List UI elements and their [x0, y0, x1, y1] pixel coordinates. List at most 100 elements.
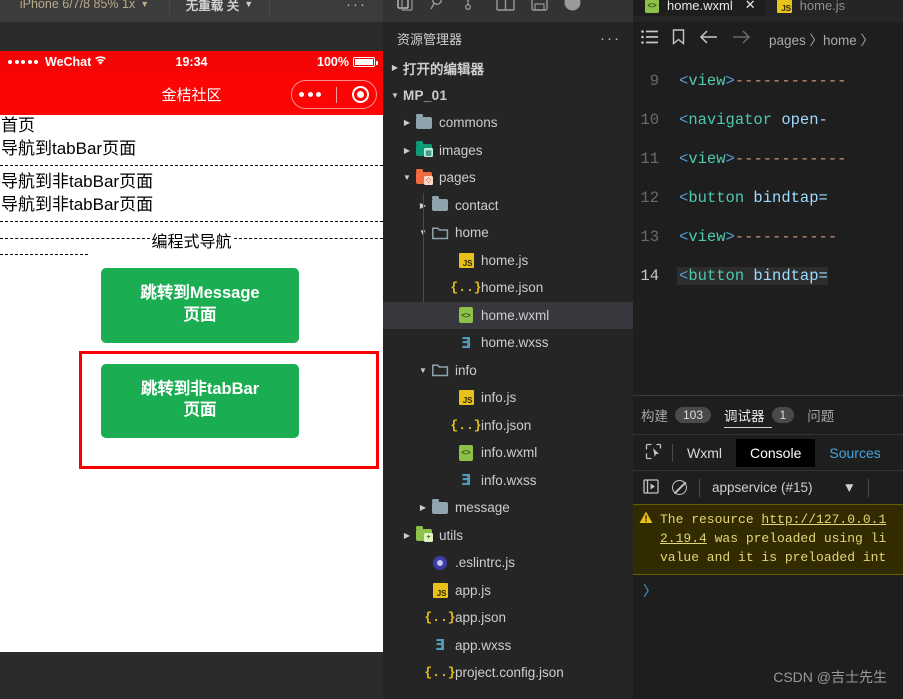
device-selector[interactable]: iPhone 6/7/8 85% 1x ▼: [0, 0, 170, 15]
tree-node-打开的编辑器[interactable]: ▶ 打开的编辑器: [383, 54, 633, 82]
chevron-down-icon[interactable]: ▼: [399, 173, 415, 182]
tree-file-app-js[interactable]: ▶JSapp.js: [383, 577, 633, 605]
bookmark-icon[interactable]: [672, 28, 685, 49]
tree-folder-message[interactable]: ▶ message: [383, 494, 633, 522]
tree-item-label: home.wxss: [481, 335, 549, 351]
breadcrumb-path[interactable]: pages 〉home 〉: [769, 29, 874, 49]
code-line[interactable]: 14 <button bindtap=: [633, 256, 903, 295]
line-number: 9: [649, 71, 659, 90]
editor-tab-home-wxml[interactable]: <> home.wxml ✕: [633, 0, 766, 16]
list-icon[interactable]: [641, 29, 658, 48]
tree-file--eslintrc-js[interactable]: ▶.eslintrc.js: [383, 549, 633, 577]
close-icon[interactable]: ✕: [745, 0, 756, 13]
tree-file-app-wxss[interactable]: ▶Ǝapp.wxss: [383, 632, 633, 660]
folder-icon: [431, 498, 449, 517]
panel-tab-label: 问题: [807, 409, 835, 424]
json-file-icon: {..}: [424, 665, 456, 681]
chevron-down-icon[interactable]: ▼: [415, 366, 431, 375]
clear-console-icon[interactable]: [672, 480, 687, 495]
folder-pages-icon: ◇: [415, 168, 433, 187]
explorer-icon[interactable]: [397, 0, 414, 16]
warning-text: The resource http://127.0.0.1 2.19.4 was …: [660, 511, 886, 568]
wxss-file-icon: Ǝ: [434, 636, 446, 655]
chevron-right-icon[interactable]: ▶: [415, 503, 431, 512]
tree-folder-pages[interactable]: ▼ ◇ pages: [383, 164, 633, 192]
tree-file-info-js[interactable]: ▶JSinfo.js: [383, 384, 633, 412]
editor-tab-home-js[interactable]: JS home.js: [766, 0, 856, 16]
panel-tab-bar: 构建 103 调试器 1 问题: [633, 396, 903, 434]
tree-node-MP_01[interactable]: ▼ MP_01: [383, 82, 633, 110]
tree-folder-home[interactable]: ▼home: [383, 219, 633, 247]
chevron-right-icon[interactable]: ▶: [387, 63, 403, 72]
activity-bar: [383, 0, 633, 22]
devtools-tab-console[interactable]: Console: [736, 438, 816, 467]
tree-folder-commons[interactable]: ▶ commons: [383, 109, 633, 137]
arrow-right-icon[interactable]: [732, 29, 751, 48]
chevron-right-icon[interactable]: ▶: [399, 118, 415, 127]
reload-selector-label: 无重载 关: [185, 0, 240, 13]
code-line[interactable]: 12 <button bindtap=: [633, 178, 903, 217]
account-avatar-icon[interactable]: [564, 0, 581, 16]
simulator-toolbar: iPhone 6/7/8 85% 1x ▼ 无重载 关 ▼ ···: [0, 0, 383, 22]
panel-tab-调试器[interactable]: 调试器 1: [724, 396, 795, 434]
chevron-right-icon[interactable]: ▶: [399, 146, 415, 155]
tree-file-info-json[interactable]: ▶{..}info.json: [383, 412, 633, 440]
more-dots-icon[interactable]: [299, 92, 322, 97]
wechat-capsule-buttons[interactable]: [291, 80, 377, 109]
simulator-more-button[interactable]: ···: [270, 0, 383, 15]
panel-tab-问题[interactable]: 问题: [807, 396, 834, 434]
tree-file-app-json[interactable]: ▶{..}app.json: [383, 604, 633, 632]
code-text: <view>------------: [679, 71, 847, 90]
code-line[interactable]: 10 <navigator open-: [633, 100, 903, 139]
panel-tab-count: 1: [771, 407, 795, 423]
tree-file-home-wxss[interactable]: ▶Ǝhome.wxss: [383, 329, 633, 357]
tree-file-home-js[interactable]: ▶JShome.js: [383, 247, 633, 275]
tree-item-label: home.js: [481, 252, 529, 268]
tree-file-info-wxml[interactable]: ▶<>info.wxml: [383, 439, 633, 467]
chevron-down-icon[interactable]: ▼: [387, 91, 403, 100]
warning-url[interactable]: http://127.0.0.1: [761, 512, 886, 527]
tree-file-home-wxml[interactable]: ▶<>home.wxml: [383, 301, 633, 329]
step-into-icon[interactable]: [643, 478, 660, 497]
reload-selector[interactable]: 无重载 关 ▼: [170, 0, 270, 15]
tree-file-project-config-json[interactable]: ▶{..}project.config.json: [383, 659, 633, 687]
tree-folder-utils[interactable]: ▶ + utils: [383, 522, 633, 550]
phone-nav-bar: 金桔社区: [0, 73, 383, 115]
tree-file-home-json[interactable]: ▶{..}home.json: [383, 274, 633, 302]
folder-utils-icon: +: [415, 526, 433, 544]
code-editor[interactable]: 9 <view>------------ 10 <navigator open- 11 <…: [633, 55, 903, 395]
code-text: <navigator open-: [679, 110, 828, 129]
close-target-icon[interactable]: [351, 86, 369, 103]
warning-url-cont[interactable]: 2.19.4: [660, 531, 707, 546]
inspect-cursor-icon[interactable]: [633, 443, 672, 463]
chevron-right-icon[interactable]: ▶: [399, 531, 415, 540]
warning-line-1: The resource http://127.0.0.1: [660, 512, 887, 527]
code-line[interactable]: 9 <view>------------: [633, 61, 903, 100]
console-prompt[interactable]: 〉: [633, 575, 903, 607]
jump-to-message-button[interactable]: 跳转到Message 页面: [101, 268, 299, 343]
device-selector-label: iPhone 6/7/8 85% 1x: [19, 0, 136, 11]
panel-tab-构建[interactable]: 构建 103: [641, 396, 712, 434]
tree-file-info-wxss[interactable]: ▶Ǝinfo.wxss: [383, 467, 633, 495]
devtools-tab-wxml[interactable]: Wxml: [673, 439, 736, 467]
tree-item-label: images: [439, 142, 483, 158]
battery-icon: [353, 57, 378, 67]
devtools-tab-sources[interactable]: Sources: [815, 439, 894, 467]
battery-percent-label: 100%: [317, 55, 349, 69]
explorer-title: 资源管理器: [397, 31, 463, 47]
console-context-selector[interactable]: appservice (#15) ▼: [712, 480, 856, 495]
save-icon[interactable]: [531, 0, 548, 16]
console-warning-message: The resource http://127.0.0.1 2.19.4 was …: [633, 504, 903, 575]
code-line[interactable]: 11 <view>------------: [633, 139, 903, 178]
tree-folder-contact[interactable]: ▶contact: [383, 192, 633, 220]
source-control-icon[interactable]: [463, 0, 480, 16]
jump-to-non-tabbar-button[interactable]: 跳转到非tabBar 页面: [101, 363, 299, 438]
layout-panel-icon[interactable]: [496, 0, 515, 16]
explorer-more-button[interactable]: ···: [600, 30, 621, 47]
code-line[interactable]: 13 <view>-----------: [633, 217, 903, 256]
search-icon[interactable]: [430, 0, 447, 16]
arrow-left-icon[interactable]: [699, 29, 718, 48]
tree-folder-images[interactable]: ▶ ▦ images: [383, 137, 633, 165]
line-number: 12: [640, 188, 659, 207]
tree-folder-info[interactable]: ▼ info: [383, 357, 633, 385]
